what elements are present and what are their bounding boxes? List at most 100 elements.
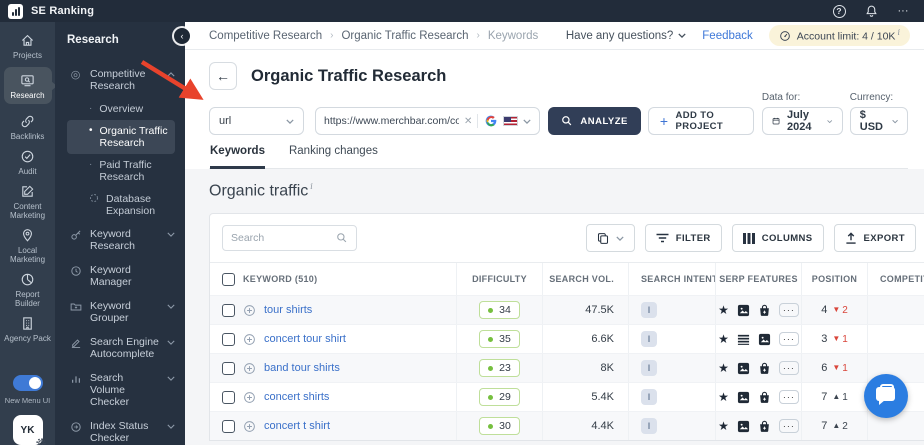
more-serp-features[interactable]: ···	[778, 332, 799, 347]
rail-item-content-marketing[interactable]: Content Marketing	[4, 183, 52, 220]
add-keyword-icon[interactable]	[243, 420, 256, 433]
more-serp-features[interactable]: ···	[778, 390, 799, 405]
position-value: 7	[821, 420, 828, 433]
rail-item-audit[interactable]: Audit	[4, 148, 52, 176]
clear-x-icon[interactable]: ✕	[464, 116, 472, 127]
add-to-project-button[interactable]: + ADD TO PROJECT	[647, 107, 754, 135]
row-checkbox[interactable]	[222, 332, 235, 346]
tab-keywords[interactable]: Keywords	[210, 145, 265, 169]
breadcrumb-organic-traffic-research[interactable]: Organic Traffic Research	[341, 30, 468, 42]
sidebar-item-keyword-research[interactable]: Keyword Research	[67, 222, 177, 258]
star-icon: ★	[718, 390, 729, 405]
gear-icon	[35, 437, 47, 445]
plus-icon: +	[659, 113, 669, 129]
search-icon	[562, 116, 572, 126]
keyword-link[interactable]: tour shirts	[264, 304, 312, 316]
sidebar-item-keyword-grouper[interactable]: Keyword Grouper	[67, 294, 177, 330]
user-avatar[interactable]: YK	[12, 415, 46, 445]
more-serp-features[interactable]: ···	[778, 419, 799, 434]
sidebar-item-database-expansion[interactable]: Database Expansion	[67, 188, 177, 222]
have-questions-dropdown[interactable]: Have any questions?	[566, 30, 686, 42]
search-icon	[337, 233, 347, 243]
breadcrumb-bar: ‹ Competitive Research › Organic Traffic…	[174, 22, 924, 50]
filter-button[interactable]: FILTER	[644, 224, 722, 253]
sidebar-item-keyword-manager[interactable]: Keyword Manager	[67, 258, 177, 294]
date-select[interactable]: July 2024	[761, 107, 843, 135]
copy-dropdown-button[interactable]	[585, 224, 635, 253]
home-icon	[20, 32, 35, 48]
key-icon	[69, 228, 82, 241]
keyword-link[interactable]: concert t shirt	[264, 420, 330, 432]
add-keyword-icon[interactable]	[243, 362, 256, 375]
bullet-marker: •	[89, 125, 93, 136]
rail-item-local-marketing[interactable]: Local Marketing	[4, 227, 52, 264]
columns-button[interactable]: COLUMNS	[731, 224, 824, 253]
shopping-bag-icon	[758, 304, 771, 317]
sidebar-item-search-volume-checker[interactable]: Search Volume Checker	[67, 366, 177, 414]
shopping-bag-icon	[758, 420, 771, 433]
table-search[interactable]	[222, 225, 357, 252]
add-keyword-icon[interactable]	[243, 333, 256, 346]
export-button[interactable]: EXPORT	[833, 224, 916, 253]
research-sidebar: Research ◎ Competitive Research · Overvi…	[55, 22, 185, 445]
folder-icon	[69, 300, 82, 313]
add-keyword-icon[interactable]	[243, 391, 256, 404]
back-button[interactable]: ←	[209, 62, 237, 90]
select-all-checkbox[interactable]	[222, 272, 235, 286]
sidebar-item-competitive-research[interactable]: ◎ Competitive Research	[67, 62, 177, 98]
building-icon	[20, 315, 35, 331]
row-checkbox[interactable]	[222, 390, 235, 404]
tab-ranking-changes[interactable]: Ranking changes	[289, 145, 378, 168]
bell-icon[interactable]	[864, 4, 878, 18]
index-status-icon	[69, 420, 82, 433]
sidebar-item-organic-traffic-research[interactable]: • Organic Traffic Research	[67, 120, 175, 154]
position-value: 3	[821, 333, 828, 346]
breadcrumb-competitive-research[interactable]: Competitive Research	[209, 30, 322, 42]
pencil-line-icon	[69, 336, 82, 349]
rail-item-agency-pack[interactable]: Agency Pack	[4, 315, 52, 343]
sidebar-item-overview[interactable]: · Overview	[67, 98, 177, 120]
calendar-icon	[772, 117, 780, 125]
rail-item-report-builder[interactable]: Report Builder	[4, 271, 52, 308]
row-checkbox[interactable]	[222, 419, 235, 433]
difficulty-badge: 34	[479, 301, 520, 320]
more-serp-features[interactable]: ···	[778, 361, 799, 376]
row-checkbox[interactable]	[222, 303, 235, 317]
account-limit-badge[interactable]: Account limit: 4 / 10K i	[768, 25, 910, 46]
add-keyword-icon[interactable]	[243, 304, 256, 317]
search-input[interactable]	[231, 232, 336, 245]
clock-icon	[69, 264, 82, 277]
rail-item-projects[interactable]: Projects	[4, 32, 52, 60]
intent-badge: I	[641, 389, 657, 406]
sidebar-item-search-engine-autocomplete[interactable]: Search Engine Autocomplete	[67, 330, 177, 366]
image-icon	[737, 362, 750, 375]
page-title: Organic Traffic Research	[251, 66, 447, 85]
keyword-link[interactable]: concert shirts	[264, 391, 329, 403]
row-checkbox[interactable]	[222, 361, 235, 375]
new-menu-toggle[interactable]	[12, 375, 43, 391]
difficulty-badge: 23	[479, 359, 520, 378]
keyword-link[interactable]: concert tour shirt	[264, 333, 346, 345]
rail-item-backlinks[interactable]: Backlinks	[4, 113, 52, 141]
help-icon[interactable]: ?	[832, 4, 846, 18]
green-dot-icon	[488, 365, 494, 371]
rail-item-research[interactable]: Research	[3, 67, 57, 104]
search-volume: 4.4K	[591, 420, 614, 433]
more-serp-features[interactable]: ···	[778, 303, 799, 318]
chat-widget-button[interactable]	[864, 374, 908, 418]
image-icon	[758, 333, 771, 346]
brand-name: SE Ranking	[31, 5, 95, 17]
more-icon[interactable]: ···	[896, 4, 910, 18]
image-icon	[737, 304, 750, 317]
currency-select[interactable]: $ USD	[849, 107, 908, 135]
sidebar-item-paid-traffic-research[interactable]: · Paid Traffic Research	[67, 154, 177, 188]
collapse-sidebar-button[interactable]: ‹	[174, 28, 190, 44]
url-input[interactable]: ✕	[315, 107, 541, 135]
search-type-select[interactable]: url	[209, 107, 304, 135]
sidebar-item-index-status-checker[interactable]: Index Status Checker	[67, 414, 177, 445]
analyze-button[interactable]: ANALYZE	[548, 107, 641, 135]
keyword-link[interactable]: band tour shirts	[264, 362, 340, 374]
chevron-down-icon	[678, 33, 686, 38]
se-ranking-logo[interactable]	[8, 3, 23, 19]
feedback-link[interactable]: Feedback	[702, 30, 753, 42]
